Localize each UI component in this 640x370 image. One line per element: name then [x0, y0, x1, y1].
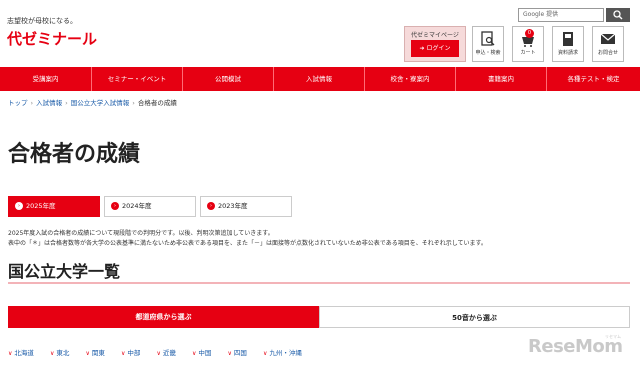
section-title: 国公立大学一覧 — [8, 262, 121, 281]
breadcrumb-chevron-icon: › — [132, 99, 135, 107]
region-label: 近畿 — [162, 349, 176, 357]
mypage-box: 代ゼミマイページ ➜ ログイン — [404, 26, 466, 62]
region-label: 北海道 — [14, 349, 34, 357]
search-icon — [613, 10, 623, 20]
apply-search-button[interactable]: 申込・検索 — [472, 26, 504, 62]
logo-tagline: 志望校が母校になる。 — [7, 17, 77, 25]
chevron-down-icon: ∨ — [50, 350, 55, 357]
tab-year-label: 2025年度 — [26, 202, 56, 210]
request-docs-label: 資料請求 — [557, 50, 578, 56]
region-link-chubu[interactable]: ∨ 中部 — [121, 347, 140, 357]
region-link-tohoku[interactable]: ∨ 東北 — [50, 347, 69, 357]
chevron-down-icon: ∨ — [85, 350, 90, 357]
search-doc-icon — [473, 31, 503, 49]
nav-item-campus[interactable]: 校舎・寮案内 — [364, 67, 455, 91]
breadcrumb-current: 合格者の成績 — [137, 99, 177, 107]
apply-search-label: 申込・検索 — [475, 50, 501, 56]
tab-year-2023[interactable]: › 2023年度 — [200, 196, 292, 217]
login-label: ログイン — [426, 45, 451, 52]
tab-year-label: 2023年度 — [218, 202, 248, 210]
breadcrumb-chevron-icon: › — [30, 99, 34, 107]
logo-text: 代ゼミナール — [7, 30, 98, 48]
breadcrumb-national-univ[interactable]: 国公立大学入試情報 — [71, 99, 130, 107]
contact-label: お問合せ — [597, 50, 618, 56]
tab-by-prefecture[interactable]: 都道府県から選ぶ — [8, 306, 319, 328]
region-list: ∨ 北海道 ∨ 東北 ∨ 関東 ∨ 中部 ∨ 近畿 ∨ 中国 ∨ 四国 ∨ 九州・沖縄 — [8, 340, 313, 357]
chevron-down-icon: ∨ — [8, 350, 13, 357]
site-logo[interactable]: 志望校が母校になる。 代ゼミナール — [7, 16, 97, 49]
region-link-kinki[interactable]: ∨ 近畿 — [157, 347, 176, 357]
cart-button[interactable]: 0 カート — [512, 26, 544, 62]
region-label: 四国 — [233, 349, 247, 357]
tab-year-2024[interactable]: › 2024年度 — [104, 196, 196, 217]
request-docs-button[interactable]: 資料請求 — [552, 26, 584, 62]
document-icon — [553, 31, 583, 49]
chevron-down-icon: ∨ — [192, 350, 197, 357]
cart-count-badge: 0 — [525, 29, 534, 38]
nav-item-course[interactable]: 受講案内 — [0, 67, 91, 91]
region-link-shikoku[interactable]: ∨ 四国 — [228, 347, 247, 357]
intro-line: 表中の「＊」は合格者数等が各大学の公表基準に満たないため非公表である項目を、また… — [8, 240, 487, 247]
breadcrumb-home[interactable]: トップ — [8, 99, 28, 107]
chevron-down-icon: ∨ — [263, 350, 268, 357]
region-link-chugoku[interactable]: ∨ 中国 — [192, 347, 211, 357]
main-nav: 受講案内 セミナー・イベント 公開模試 入試情報 校舎・寮案内 書籍案内 各種テ… — [0, 67, 640, 91]
chevron-right-icon: › — [15, 202, 23, 210]
login-button[interactable]: ➜ ログイン — [411, 40, 459, 57]
intro-line: 2025年度入試の合格者の成績について現段階での判明分です。以後、判明次第追加し… — [8, 230, 274, 237]
region-link-kanto[interactable]: ∨ 関東 — [86, 347, 105, 357]
chevron-down-icon: ∨ — [156, 350, 161, 357]
region-label: 九州・沖縄 — [269, 349, 302, 357]
contact-button[interactable]: お問合せ — [592, 26, 624, 62]
tab-by-kana[interactable]: 50音から選ぶ — [319, 306, 630, 328]
section-divider — [8, 282, 630, 284]
tab-year-label: 2024年度 — [122, 202, 152, 210]
mail-icon — [593, 31, 623, 49]
nav-item-seminar[interactable]: セミナー・イベント — [91, 67, 182, 91]
chevron-down-icon: ∨ — [121, 350, 126, 357]
breadcrumb-chevron-icon: › — [65, 99, 68, 107]
intro-text: 2025年度入試の合格者の成績について現段階での判明分です。以後、判明次第追加し… — [8, 229, 487, 249]
region-label: 中部 — [127, 349, 141, 357]
cart-label: カート — [520, 50, 536, 56]
region-link-hokkaido[interactable]: ∨ 北海道 — [8, 347, 34, 357]
breadcrumb: トップ › 入試情報 › 国公立大学入試情報 › 合格者の成績 — [8, 97, 177, 107]
chevron-right-icon: › — [111, 202, 119, 210]
nav-item-tests[interactable]: 各種テスト・検定 — [546, 67, 640, 91]
search-button[interactable] — [606, 8, 630, 22]
site-header: 志望校が母校になる。 代ゼミナール Google 提供 代ゼミマイページ ➜ ロ… — [0, 0, 640, 66]
region-link-kyushu[interactable]: ∨ 九州・沖縄 — [263, 347, 302, 357]
breadcrumb-exam-info[interactable]: 入試情報 — [36, 99, 62, 107]
region-label: 中国 — [198, 349, 212, 357]
page-title: 合格者の成績 — [8, 142, 141, 167]
region-label: 関東 — [91, 349, 105, 357]
nav-item-books[interactable]: 書籍案内 — [455, 67, 546, 91]
watermark-subtext: リセマム — [605, 334, 621, 339]
chevron-right-icon: › — [207, 202, 215, 210]
tab-year-2025[interactable]: › 2025年度 — [8, 196, 100, 217]
nav-item-mock-exam[interactable]: 公開模試 — [182, 67, 273, 91]
chevron-down-icon: ∨ — [227, 350, 232, 357]
mypage-title: 代ゼミマイページ — [411, 32, 459, 39]
nav-item-exam-info[interactable]: 入試情報 — [273, 67, 364, 91]
region-label: 東北 — [56, 349, 70, 357]
search-input[interactable]: Google 提供 — [518, 8, 604, 22]
